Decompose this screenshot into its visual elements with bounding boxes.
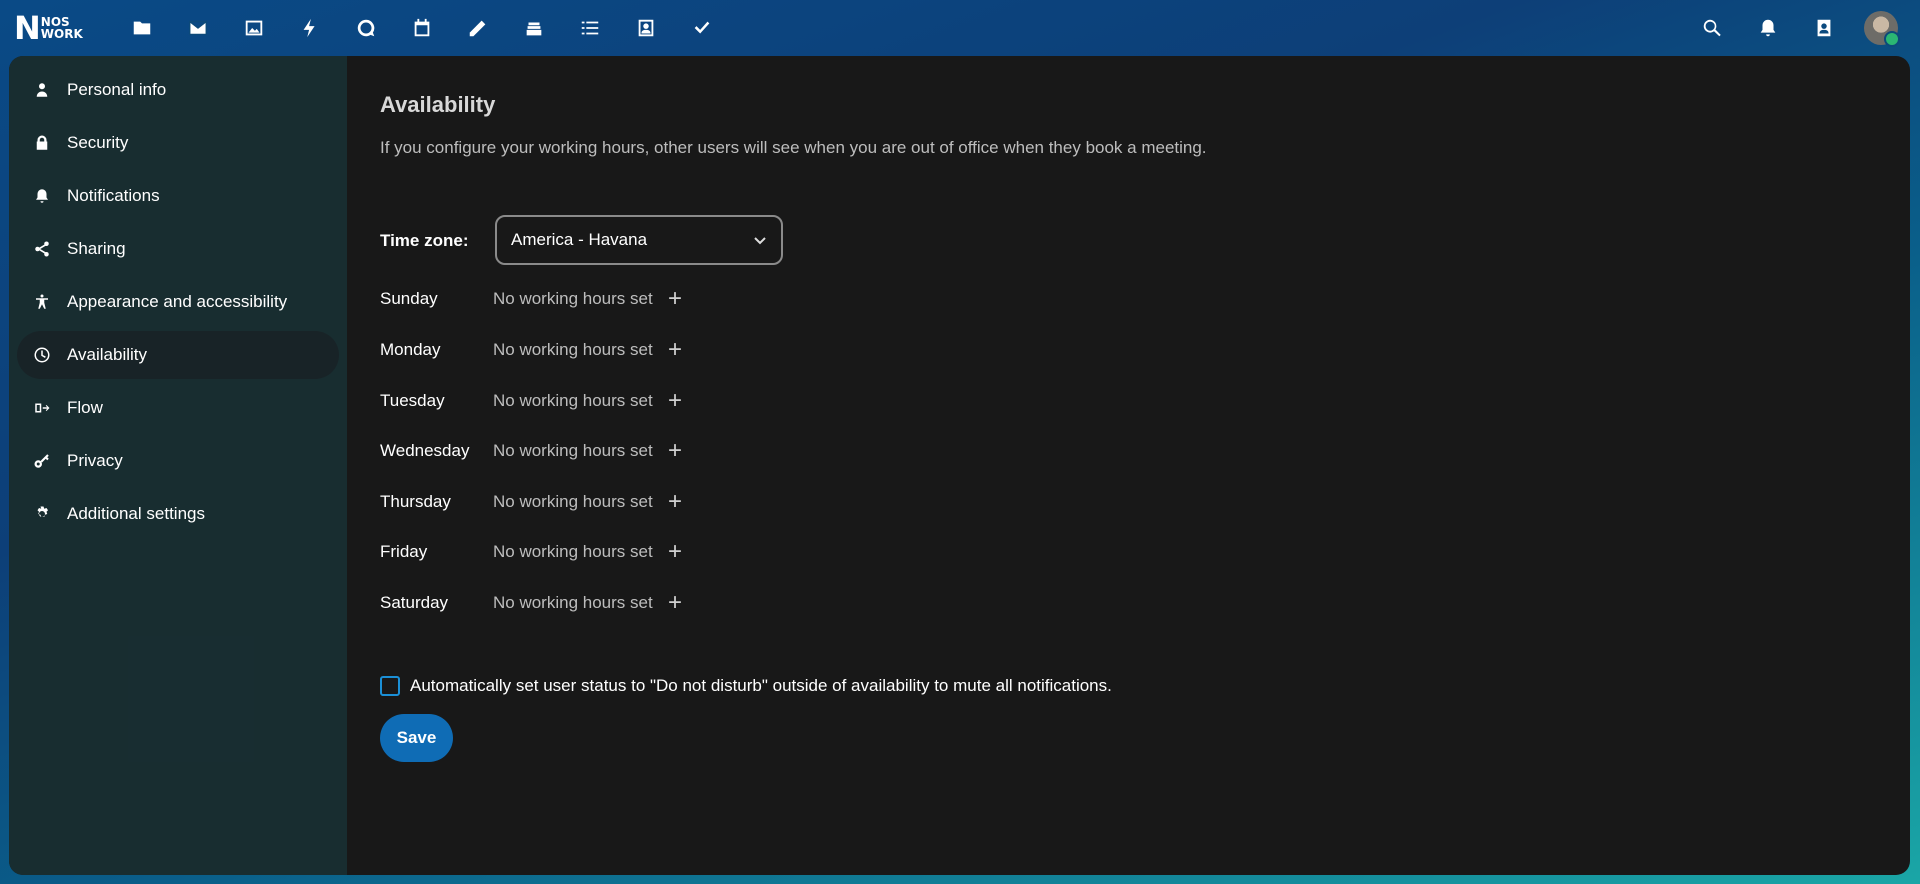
- talk-icon[interactable]: [338, 6, 394, 50]
- sidebar-item-appearance[interactable]: Appearance and accessibility: [17, 278, 339, 326]
- day-label: Saturday: [380, 593, 449, 612]
- sidebar-item-label: Sharing: [67, 239, 126, 258]
- dnd-label[interactable]: Automatically set user status to "Do not…: [410, 676, 1112, 696]
- timezone-select[interactable]: America - Havana: [495, 215, 783, 265]
- flow-icon: [17, 399, 67, 417]
- save-button[interactable]: Save: [380, 714, 453, 762]
- availability-content: Availability If you configure your worki…: [347, 56, 1910, 875]
- sidebar-item-flow[interactable]: Flow: [17, 384, 339, 432]
- logo-letter: N: [14, 9, 41, 47]
- activity-icon[interactable]: [282, 6, 338, 50]
- settings-window: Personal info Security Notifications Sha…: [9, 56, 1910, 875]
- day-row-thursday: Thursday No working hours set +: [380, 487, 687, 517]
- bell-icon: [17, 187, 67, 205]
- dnd-checkbox[interactable]: [380, 676, 400, 696]
- add-slot-friday-icon[interactable]: +: [663, 538, 687, 565]
- contacts-icon[interactable]: [1796, 6, 1852, 50]
- gear-icon: [17, 505, 67, 523]
- avatar[interactable]: [1864, 11, 1900, 47]
- day-row-friday: Friday No working hours set +: [380, 537, 687, 567]
- header-right: [1684, 6, 1900, 50]
- sidebar-item-label: Availability: [67, 345, 148, 364]
- timezone-label: Time zone:: [380, 231, 469, 250]
- sidebar-item-label: Flow: [67, 398, 103, 417]
- day-row-monday: Monday No working hours set +: [380, 335, 687, 365]
- sidebar-item-label: Additional settings: [67, 504, 205, 523]
- files-icon[interactable]: [114, 6, 170, 50]
- working-hours-value: No working hours set: [493, 593, 653, 612]
- day-row-sunday: Sunday No working hours set +: [380, 284, 687, 314]
- timezone-value: America - Havana: [511, 230, 648, 249]
- day-label: Tuesday: [380, 391, 445, 410]
- online-status-dot: [1884, 31, 1900, 47]
- add-slot-thursday-icon[interactable]: +: [663, 488, 687, 515]
- settings-sidebar: Personal info Security Notifications Sha…: [9, 56, 347, 875]
- page-title: Availability: [380, 92, 496, 117]
- logo-words: NOS WORK: [41, 16, 83, 40]
- notes-icon[interactable]: [450, 6, 506, 50]
- sidebar-item-sharing[interactable]: Sharing: [17, 225, 339, 273]
- contacts-app-icon[interactable]: [618, 6, 674, 50]
- person-icon: [17, 81, 67, 99]
- sidebar-item-label: Personal info: [67, 80, 167, 99]
- day-label: Friday: [380, 542, 428, 561]
- chevron-down-icon: [753, 233, 767, 247]
- top-bar: N NOS WORK: [0, 0, 1920, 56]
- working-hours-value: No working hours set: [493, 391, 653, 410]
- day-label: Sunday: [380, 289, 438, 308]
- sidebar-item-label: Privacy: [67, 451, 123, 470]
- working-hours-value: No working hours set: [493, 542, 653, 561]
- working-hours-value: No working hours set: [493, 492, 653, 511]
- add-slot-tuesday-icon[interactable]: +: [663, 387, 687, 414]
- calendar-icon[interactable]: [394, 6, 450, 50]
- tasks-icon[interactable]: [562, 6, 618, 50]
- lock-icon: [17, 134, 67, 152]
- share-icon: [17, 240, 67, 258]
- sidebar-item-label: Notifications: [67, 186, 160, 205]
- page-description: If you configure your working hours, oth…: [380, 138, 1207, 157]
- add-slot-saturday-icon[interactable]: +: [663, 589, 687, 616]
- key-icon: [17, 452, 67, 470]
- dnd-option: Automatically set user status to "Do not…: [380, 676, 1112, 696]
- deck-icon[interactable]: [506, 6, 562, 50]
- sidebar-item-additional-settings[interactable]: Additional settings: [17, 490, 339, 538]
- day-row-wednesday: Wednesday No working hours set +: [380, 436, 687, 466]
- sidebar-item-privacy[interactable]: Privacy: [17, 437, 339, 485]
- day-label: Thursday: [380, 492, 451, 511]
- day-row-saturday: Saturday No working hours set +: [380, 588, 687, 618]
- sidebar-item-security[interactable]: Security: [17, 119, 339, 167]
- checkmark-icon[interactable]: [674, 6, 730, 50]
- day-row-tuesday: Tuesday No working hours set +: [380, 386, 687, 416]
- day-label: Monday: [380, 340, 441, 359]
- working-hours-value: No working hours set: [493, 289, 653, 308]
- brand-logo[interactable]: N NOS WORK: [14, 12, 88, 44]
- notifications-icon[interactable]: [1740, 6, 1796, 50]
- sidebar-item-notifications[interactable]: Notifications: [17, 172, 339, 220]
- mail-icon[interactable]: [170, 6, 226, 50]
- working-hours-value: No working hours set: [493, 340, 653, 359]
- clock-icon: [17, 346, 67, 364]
- add-slot-sunday-icon[interactable]: +: [663, 285, 687, 312]
- add-slot-monday-icon[interactable]: +: [663, 336, 687, 363]
- search-icon[interactable]: [1684, 6, 1740, 50]
- logo-line2: WORK: [40, 27, 83, 41]
- sidebar-item-availability[interactable]: Availability: [17, 331, 339, 379]
- sidebar-item-label: Appearance and accessibility: [67, 292, 288, 311]
- sidebar-item-personal-info[interactable]: Personal info: [17, 66, 339, 114]
- day-label: Wednesday: [380, 441, 470, 460]
- app-menu: [114, 6, 730, 50]
- working-hours-value: No working hours set: [493, 441, 653, 460]
- photos-icon[interactable]: [226, 6, 282, 50]
- accessibility-icon: [17, 293, 67, 311]
- add-slot-wednesday-icon[interactable]: +: [663, 437, 687, 464]
- sidebar-item-label: Security: [67, 133, 129, 152]
